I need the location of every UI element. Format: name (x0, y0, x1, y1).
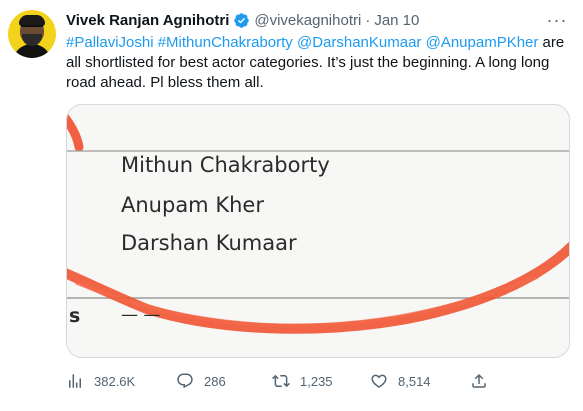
verified-badge-icon (233, 12, 250, 29)
shortlist-name-1: Mithun Chakraborty (121, 153, 330, 177)
reply-action[interactable]: 286 (176, 372, 272, 390)
reply-count: 286 (204, 373, 226, 389)
separator-dot: · (365, 11, 371, 29)
hashtag-mithunchakraborty[interactable]: #MithunChakraborty (158, 34, 293, 51)
avatar-shoulders (12, 44, 52, 58)
like-count: 8,514 (398, 373, 431, 389)
bottom-letter: s (69, 305, 81, 327)
like-action[interactable]: 8,514 (370, 372, 470, 390)
heart-icon (371, 374, 387, 388)
views-icon (69, 374, 81, 388)
bottom-dash: — — (121, 305, 161, 325)
tweet-media-image[interactable]: Mithun Chakraborty Anupam Kher Darshan K… (66, 104, 570, 358)
author-name[interactable]: Vivek Ranjan Agnihotri (66, 12, 229, 29)
retweet-icon (272, 374, 290, 388)
tweet-text: #PallaviJoshi #MithunChakraborty @Darsha… (66, 33, 571, 93)
tweet-date[interactable]: Jan 10 (374, 12, 419, 29)
hashtag-pallavijoshi[interactable]: #PallaviJoshi (66, 34, 154, 51)
tweet-actions-bar: 382.6K 286 1,235 8,514 (66, 370, 571, 392)
avatar[interactable] (8, 10, 56, 58)
share-action[interactable] (470, 372, 488, 390)
tweet-header: Vivek Ranjan Agnihotri @vivekagnihotri ·… (66, 10, 419, 30)
share-icon (472, 373, 486, 388)
more-options-icon[interactable]: ··· (545, 8, 569, 32)
avatar-glasses (21, 25, 43, 31)
retweet-count: 1,235 (300, 373, 333, 389)
retweet-action[interactable]: 1,235 (272, 372, 370, 390)
mention-darshankumaar[interactable]: @DarshanKumaar (297, 34, 421, 51)
shortlist-name-3: Darshan Kumaar (121, 231, 297, 255)
mention-anupampkher[interactable]: @AnupamPKher (426, 34, 539, 51)
views-action[interactable]: 382.6K (66, 372, 176, 390)
author-handle[interactable]: @vivekagnihotri (254, 12, 361, 29)
shortlist-name-2: Anupam Kher (121, 193, 264, 217)
views-count: 382.6K (94, 373, 136, 389)
reply-icon (177, 373, 193, 389)
